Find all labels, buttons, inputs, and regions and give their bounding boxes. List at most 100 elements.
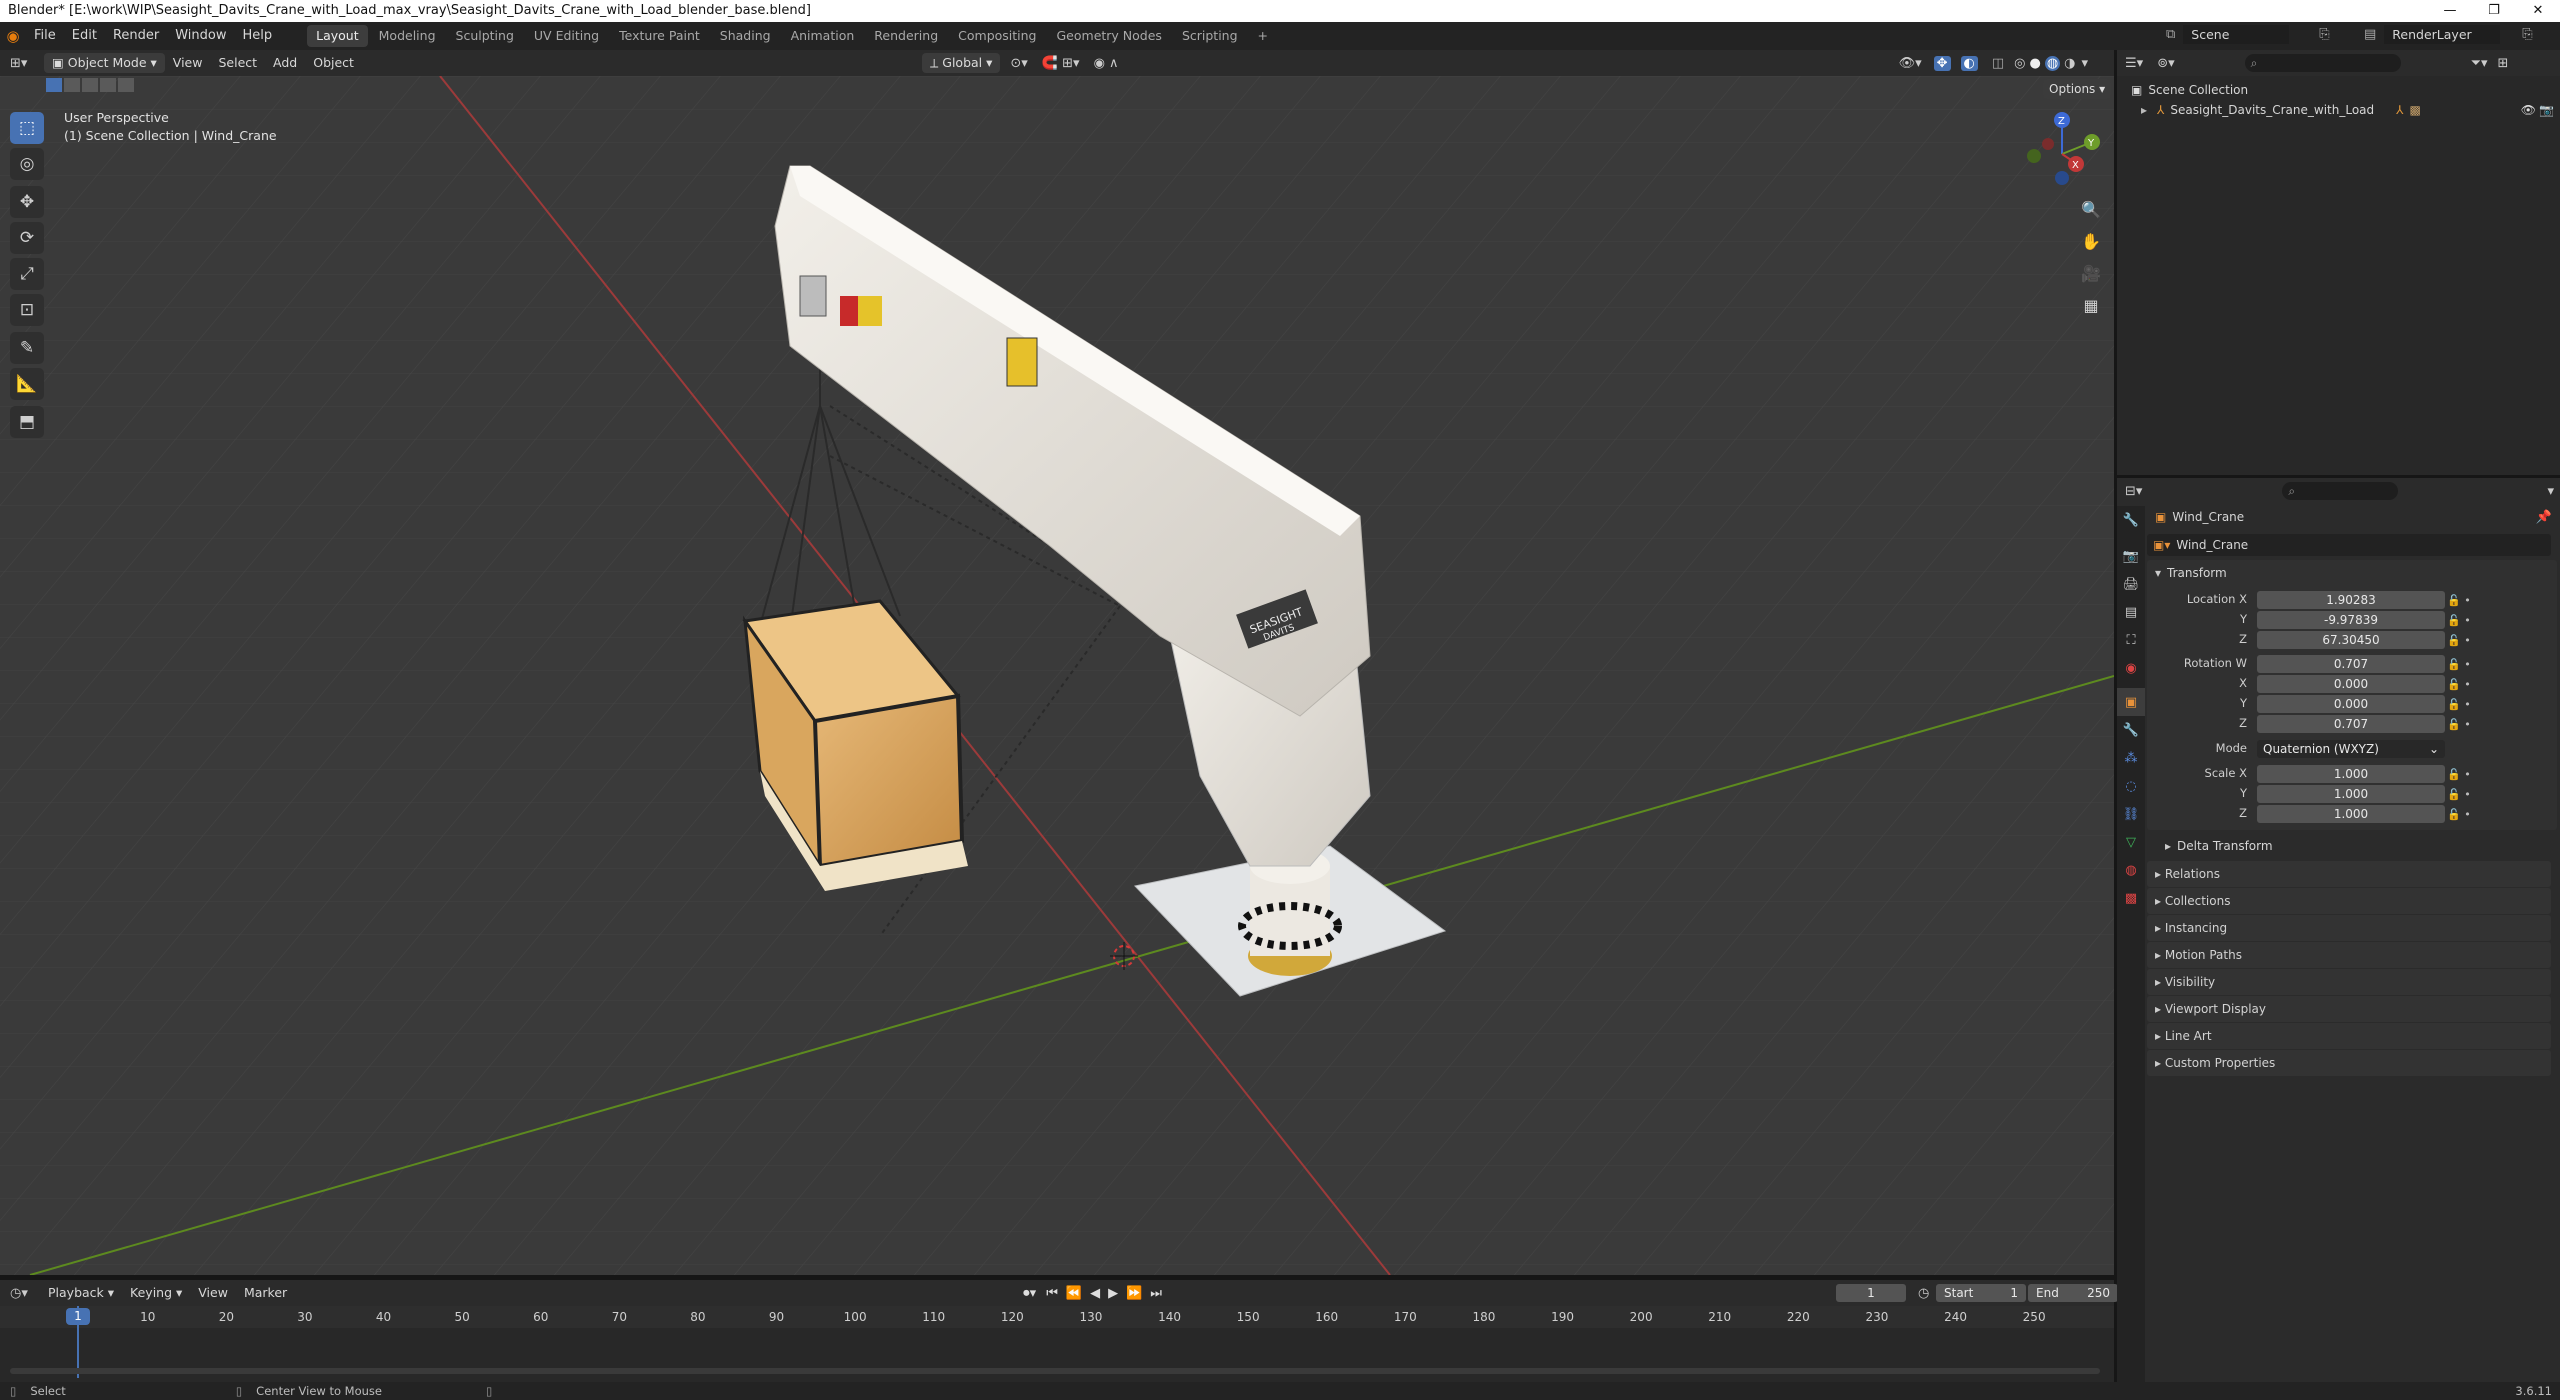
tab-compositing[interactable]: Compositing <box>949 25 1045 47</box>
shading-solid-icon[interactable]: ● <box>2029 56 2040 71</box>
snap-icon[interactable]: 🧲 ⊞▾ <box>1042 56 1080 71</box>
menu-keying[interactable]: Keying ▾ <box>122 1280 190 1306</box>
minimize-button[interactable]: — <box>2428 0 2472 22</box>
shading-rendered-icon[interactable]: ◑ <box>2064 56 2075 71</box>
timeline-body[interactable]: 10 20 30 40 50 60 70 80 90 100 110 120 130 140 150 160 1… <box>0 1306 2114 1388</box>
restore-button[interactable]: ❐ <box>2472 0 2516 22</box>
jump-start-icon[interactable]: ⏮ <box>1046 1286 1058 1301</box>
lock-icon[interactable]: 🔓 • <box>2447 695 2507 715</box>
panel-line-art[interactable]: ▸ Line Art <box>2147 1023 2551 1049</box>
play-icon[interactable]: ▶ <box>1108 1286 1118 1301</box>
properties-search-field[interactable]: ⌕ <box>2282 482 2399 500</box>
timeline-editor-type-icon[interactable]: ◷▾ <box>10 1286 40 1301</box>
new-scene-icon[interactable]: ⎘ <box>2319 27 2329 42</box>
menu-view[interactable]: View <box>165 50 211 76</box>
lock-icon[interactable]: 🔓 • <box>2447 611 2507 631</box>
menu-edit[interactable]: Edit <box>64 22 105 50</box>
menu-timeline-view[interactable]: View <box>190 1280 236 1306</box>
select-subtract-icon[interactable] <box>82 78 98 92</box>
transform-tool-icon[interactable]: ⊡ <box>10 294 44 326</box>
rotation-y-field[interactable]: 0.000 <box>2257 695 2445 713</box>
new-view-layer-icon[interactable]: ⎘ <box>2522 27 2532 42</box>
proportional-edit-icon[interactable]: ◉ ∧ <box>1094 56 1119 71</box>
transform-panel-header[interactable]: ▾ Transform <box>2147 560 2557 586</box>
panel-viewport-display[interactable]: ▸ Viewport Display <box>2147 996 2551 1022</box>
scale-y-field[interactable]: 1.000 <box>2257 785 2445 803</box>
tab-animation[interactable]: Animation <box>782 25 864 47</box>
delta-transform-subpanel[interactable]: ▸ Delta Transform <box>2165 836 2273 856</box>
current-frame-field[interactable]: 1 <box>1836 1284 1906 1302</box>
tool-tab-icon[interactable]: 🔧 <box>2117 506 2145 534</box>
physics-tab-icon[interactable]: ◌ <box>2117 772 2145 800</box>
outliner-search-field[interactable]: ⌕ <box>2244 54 2401 72</box>
transform-orientation[interactable]: ⟂ Global ▾ <box>921 53 1001 73</box>
play-reverse-icon[interactable]: ◀ <box>1090 1286 1100 1301</box>
lock-icon[interactable]: 🔓 • <box>2447 715 2507 735</box>
panel-motion-paths[interactable]: ▸ Motion Paths <box>2147 942 2551 968</box>
visibility-icon[interactable]: 👁▾ <box>1899 56 1922 71</box>
mode-selector[interactable]: ▣ Object Mode ▾ <box>44 53 165 73</box>
start-frame-field[interactable]: Start 1 <box>1936 1284 2026 1302</box>
lock-icon[interactable]: 🔓 • <box>2447 655 2507 675</box>
end-frame-field[interactable]: End 250 <box>2028 1284 2118 1302</box>
options-button[interactable]: Options ▾ <box>2043 79 2112 99</box>
lock-icon[interactable]: 🔓 • <box>2447 591 2507 611</box>
add-cube-tool-icon[interactable]: ⬒ <box>10 406 44 438</box>
tab-shading[interactable]: Shading <box>711 25 780 47</box>
visibility-eye-icon[interactable]: 👁 <box>2521 103 2536 117</box>
menu-select[interactable]: Select <box>210 50 265 76</box>
location-x-field[interactable]: 1.90283 <box>2257 591 2445 609</box>
pivot-icon[interactable]: ⊙▾ <box>1010 56 1027 71</box>
object-tab-icon[interactable]: ▣ <box>2117 688 2145 716</box>
rotation-w-field[interactable]: 0.707 <box>2257 655 2445 673</box>
select-extend-icon[interactable] <box>64 78 80 92</box>
editor-type-icon[interactable]: ⊞▾ <box>10 56 40 71</box>
outliner-row-object[interactable]: ▸ ⅄ Seasight_Davits_Crane_with_Load ⅄ ▩ … <box>2117 100 2560 120</box>
select-box-tool-icon[interactable]: ⬚ <box>10 112 44 144</box>
select-invert-icon[interactable] <box>118 78 134 92</box>
select-new-icon[interactable] <box>46 78 62 92</box>
display-mode-icon[interactable]: ⊚▾ <box>2157 56 2174 71</box>
pan-icon[interactable]: ✋ <box>2076 226 2106 256</box>
xray-icon[interactable]: ◫ <box>1992 56 2004 71</box>
menu-marker[interactable]: Marker <box>236 1280 295 1306</box>
tab-scripting[interactable]: Scripting <box>1173 25 1247 47</box>
constraints-tab-icon[interactable]: ⛓ <box>2117 800 2145 828</box>
gizmo-toggle-icon[interactable]: ✥ <box>1933 55 1951 71</box>
viewport-scene[interactable]: SEASIGHT DAVITS Z Y X <box>0 76 2114 1275</box>
rotation-mode-select[interactable]: Quaternion (WXYZ) ⌄ <box>2257 740 2445 758</box>
render-camera-icon[interactable]: 📷 <box>2539 103 2554 117</box>
shading-wireframe-icon[interactable]: ◎ <box>2014 56 2025 71</box>
new-collection-icon[interactable]: ⊞ <box>2498 56 2509 71</box>
texture-tab-icon[interactable]: ▩ <box>2117 884 2145 912</box>
menu-playback[interactable]: Playback ▾ <box>40 1280 122 1306</box>
scale-tool-icon[interactable]: ⤢ <box>10 258 44 290</box>
filter-icon[interactable]: ⏷▾ <box>2471 56 2488 71</box>
lock-icon[interactable]: 🔓 • <box>2447 805 2507 825</box>
expand-arrow-icon[interactable]: ▸ <box>2141 103 2147 117</box>
close-button[interactable]: ✕ <box>2516 0 2560 22</box>
tab-rendering[interactable]: Rendering <box>865 25 947 47</box>
lock-icon[interactable]: 🔓 • <box>2447 675 2507 695</box>
timeline-ruler[interactable]: 10 20 30 40 50 60 70 80 90 100 110 120 130 140 150 160 1… <box>0 1306 2114 1328</box>
menu-render[interactable]: Render <box>105 22 167 50</box>
tab-texture-paint[interactable]: Texture Paint <box>610 25 709 47</box>
cursor-tool-icon[interactable]: ◎ <box>10 148 44 180</box>
jump-end-icon[interactable]: ⏭ <box>1150 1286 1162 1301</box>
timeline-scrollbar[interactable] <box>10 1368 2100 1374</box>
menu-add[interactable]: Add <box>265 50 305 76</box>
modifier-tab-icon[interactable]: 🔧 <box>2117 716 2145 744</box>
panel-custom-properties[interactable]: ▸ Custom Properties <box>2147 1050 2551 1076</box>
material-tab-icon[interactable]: ◍ <box>2117 856 2145 884</box>
shading-dropdown-icon[interactable]: ▾ <box>2082 56 2089 71</box>
rotation-x-field[interactable]: 0.000 <box>2257 675 2445 693</box>
camera-view-icon[interactable]: 🎥 <box>2076 258 2106 288</box>
world-tab-icon[interactable]: ◉ <box>2117 654 2145 682</box>
annotate-tool-icon[interactable]: ✎ <box>10 332 44 364</box>
select-intersect-icon[interactable] <box>100 78 116 92</box>
lock-icon[interactable]: 🔓 • <box>2447 765 2507 785</box>
data-tab-icon[interactable]: ▽ <box>2117 828 2145 856</box>
location-z-field[interactable]: 67.30450 <box>2257 631 2445 649</box>
playhead-frame-badge[interactable]: 1 <box>66 1308 90 1325</box>
menu-help[interactable]: Help <box>235 22 281 50</box>
